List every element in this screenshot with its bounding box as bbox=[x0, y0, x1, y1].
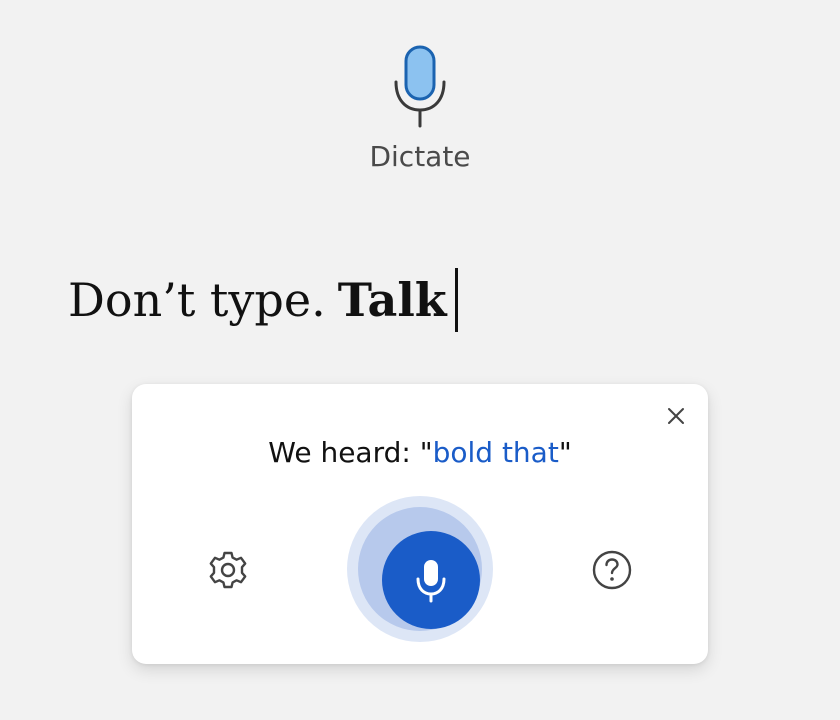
heard-phrase: bold that bbox=[432, 436, 559, 469]
mic-button-outer-ring bbox=[347, 496, 493, 642]
heard-suffix: " bbox=[558, 436, 572, 469]
dictation-panel: We heard: "bold that" bbox=[132, 384, 708, 664]
microphone-icon[interactable] bbox=[390, 40, 450, 130]
document-text-line[interactable]: Don’t type. Talk bbox=[68, 268, 458, 332]
help-button[interactable] bbox=[588, 546, 636, 594]
text-cursor bbox=[454, 268, 458, 332]
heard-text: We heard: "bold that" bbox=[132, 436, 708, 469]
close-button[interactable] bbox=[662, 402, 690, 430]
close-icon bbox=[668, 408, 684, 424]
gear-icon bbox=[209, 551, 247, 589]
document-text-regular: Don’t type. bbox=[68, 273, 326, 327]
mic-button[interactable] bbox=[382, 531, 480, 629]
heard-prefix: We heard: " bbox=[268, 436, 433, 469]
settings-button[interactable] bbox=[204, 546, 252, 594]
help-circle-icon bbox=[592, 550, 632, 590]
mic-button-inner-ring bbox=[358, 507, 482, 631]
document-text-bold: Talk bbox=[337, 273, 447, 327]
dictation-page: Dictate Don’t type. Talk We heard: "bold… bbox=[0, 0, 840, 720]
dictate-label: Dictate bbox=[369, 140, 471, 173]
microphone-icon bbox=[416, 560, 446, 603]
dictate-header: Dictate bbox=[0, 40, 840, 173]
